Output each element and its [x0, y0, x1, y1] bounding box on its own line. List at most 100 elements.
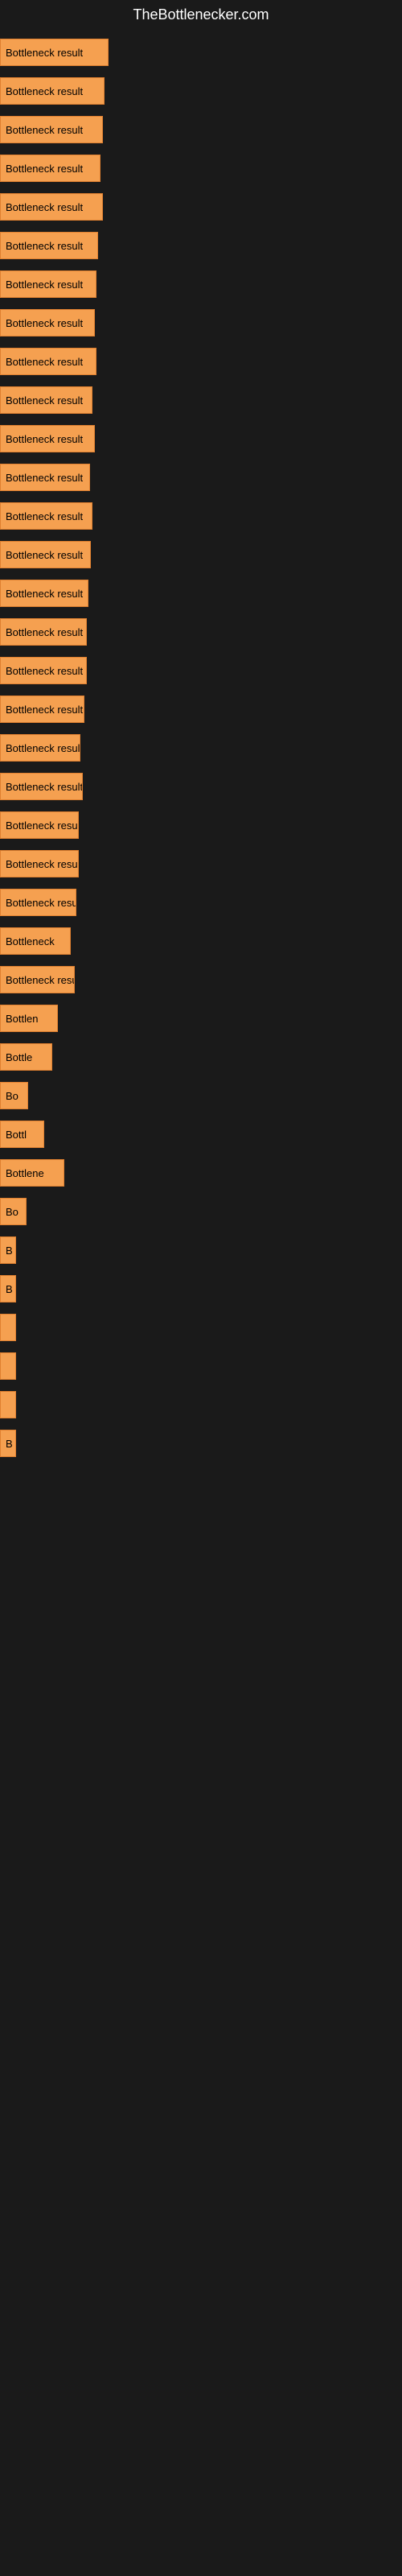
bar-row	[0, 1352, 402, 1381]
bar-row: Bottleneck result	[0, 849, 402, 878]
bar-row	[0, 1313, 402, 1342]
bar-label: Bottlen	[6, 1013, 38, 1025]
result-bar: Bottlene	[0, 1159, 64, 1187]
result-bar: Bottleneck result	[0, 966, 75, 993]
bar-row: Bottlen	[0, 1004, 402, 1033]
bar-label: Bottleneck result	[6, 742, 80, 754]
bar-row: Bottleneck result	[0, 231, 402, 260]
result-bar: Bottle	[0, 1043, 52, 1071]
result-bar: B	[0, 1430, 16, 1457]
result-bar: Bottleneck result	[0, 39, 109, 66]
site-title: TheBottlenecker.com	[0, 0, 402, 30]
result-bar: Bottleneck result	[0, 541, 91, 568]
result-bar: Bottleneck result	[0, 386, 92, 414]
result-bar: Bottleneck result	[0, 193, 103, 221]
result-bar: Bottleneck result	[0, 309, 95, 336]
bar-row: Bottleneck result	[0, 733, 402, 762]
bar-row: Bottleneck result	[0, 424, 402, 453]
result-bar: Bottleneck result	[0, 232, 98, 259]
bar-row: B	[0, 1274, 402, 1303]
bar-label: Bottleneck result	[6, 781, 83, 793]
bar-row: Bo	[0, 1081, 402, 1110]
bar-label: Bottleneck result	[6, 704, 83, 716]
bar-row: Bottleneck	[0, 927, 402, 956]
bar-label: Bottleneck	[6, 935, 55, 947]
bar-row: B	[0, 1429, 402, 1458]
result-bar: Bottleneck result	[0, 696, 84, 723]
result-bar: Bottleneck result	[0, 77, 105, 105]
bar-label: Bottleneck result	[6, 163, 83, 175]
result-bar: Bottleneck result	[0, 734, 80, 762]
bar-row: Bottleneck result	[0, 811, 402, 840]
bar-label: Bottlene	[6, 1167, 44, 1179]
result-bar: Bottl	[0, 1121, 44, 1148]
bar-row: Bottleneck result	[0, 502, 402, 530]
bar-row: Bottleneck result	[0, 656, 402, 685]
bar-row: Bottl	[0, 1120, 402, 1149]
bar-row: Bottleneck result	[0, 347, 402, 376]
bar-label: Bottleneck result	[6, 279, 83, 291]
result-bar: Bottleneck result	[0, 348, 96, 375]
bar-row: Bottleneck result	[0, 965, 402, 994]
result-bar	[0, 1352, 16, 1380]
result-bar: Bottleneck result	[0, 811, 79, 839]
bar-label: Bottleneck result	[6, 124, 83, 136]
result-bar: B	[0, 1236, 16, 1264]
bar-row: Bottleneck result	[0, 888, 402, 917]
result-bar: Bottleneck result	[0, 502, 92, 530]
bar-label: Bottleneck result	[6, 897, 76, 909]
result-bar: Bo	[0, 1082, 28, 1109]
result-bar: Bottleneck result	[0, 773, 83, 800]
result-bar: Bottleneck result	[0, 155, 100, 182]
bar-row: Bottle	[0, 1042, 402, 1071]
result-bar: Bottleneck result	[0, 425, 95, 452]
bar-label: Bottleneck result	[6, 433, 83, 445]
result-bar: Bottleneck result	[0, 116, 103, 143]
bar-label: Bottleneck result	[6, 85, 83, 97]
bar-label: Bottleneck result	[6, 858, 79, 870]
bar-label: Bo	[6, 1206, 18, 1218]
bar-label: Bottleneck result	[6, 47, 83, 59]
result-bar: Bottlen	[0, 1005, 58, 1032]
result-bar: Bottleneck result	[0, 580, 88, 607]
bar-label: Bottleneck result	[6, 510, 83, 522]
result-bar	[0, 1391, 16, 1418]
bar-row: Bottleneck result	[0, 463, 402, 492]
bar-row: Bottleneck result	[0, 192, 402, 221]
result-bar: Bo	[0, 1198, 27, 1225]
bar-label: Bo	[6, 1090, 18, 1102]
bar-label: Bottleneck result	[6, 626, 83, 638]
bar-row: Bottleneck result	[0, 386, 402, 415]
bar-label: Bottleneck result	[6, 974, 75, 986]
bars-container: Bottleneck result Bottleneck result Bottle…	[0, 30, 402, 1476]
bar-label: Bottleneck result	[6, 394, 83, 407]
bar-row: Bo	[0, 1197, 402, 1226]
bar-row	[0, 1390, 402, 1419]
bar-label: Bottl	[6, 1129, 27, 1141]
result-bar: Bottleneck result	[0, 464, 90, 491]
bar-label: Bottleneck result	[6, 240, 83, 252]
result-bar	[0, 1314, 16, 1341]
bar-row: Bottleneck result	[0, 270, 402, 299]
result-bar: Bottleneck result	[0, 889, 76, 916]
bar-row: Bottleneck result	[0, 540, 402, 569]
bar-label: B	[6, 1283, 13, 1295]
bar-row: Bottleneck result	[0, 579, 402, 608]
result-bar: Bottleneck	[0, 927, 71, 955]
bar-label: Bottleneck result	[6, 819, 79, 832]
bar-label: Bottleneck result	[6, 472, 83, 484]
result-bar: Bottleneck result	[0, 270, 96, 298]
result-bar: B	[0, 1275, 16, 1302]
bar-label: Bottleneck result	[6, 549, 83, 561]
bar-row: B	[0, 1236, 402, 1265]
bar-row: Bottleneck result	[0, 617, 402, 646]
bar-row: Bottleneck result	[0, 308, 402, 337]
result-bar: Bottleneck result	[0, 657, 87, 684]
bar-label: Bottleneck result	[6, 201, 83, 213]
bar-label: Bottleneck result	[6, 317, 83, 329]
bar-label: Bottle	[6, 1051, 32, 1063]
bar-label: Bottleneck result	[6, 356, 83, 368]
result-bar: Bottleneck result	[0, 618, 87, 646]
result-bar: Bottleneck result	[0, 850, 79, 877]
bar-row: Bottleneck result	[0, 115, 402, 144]
